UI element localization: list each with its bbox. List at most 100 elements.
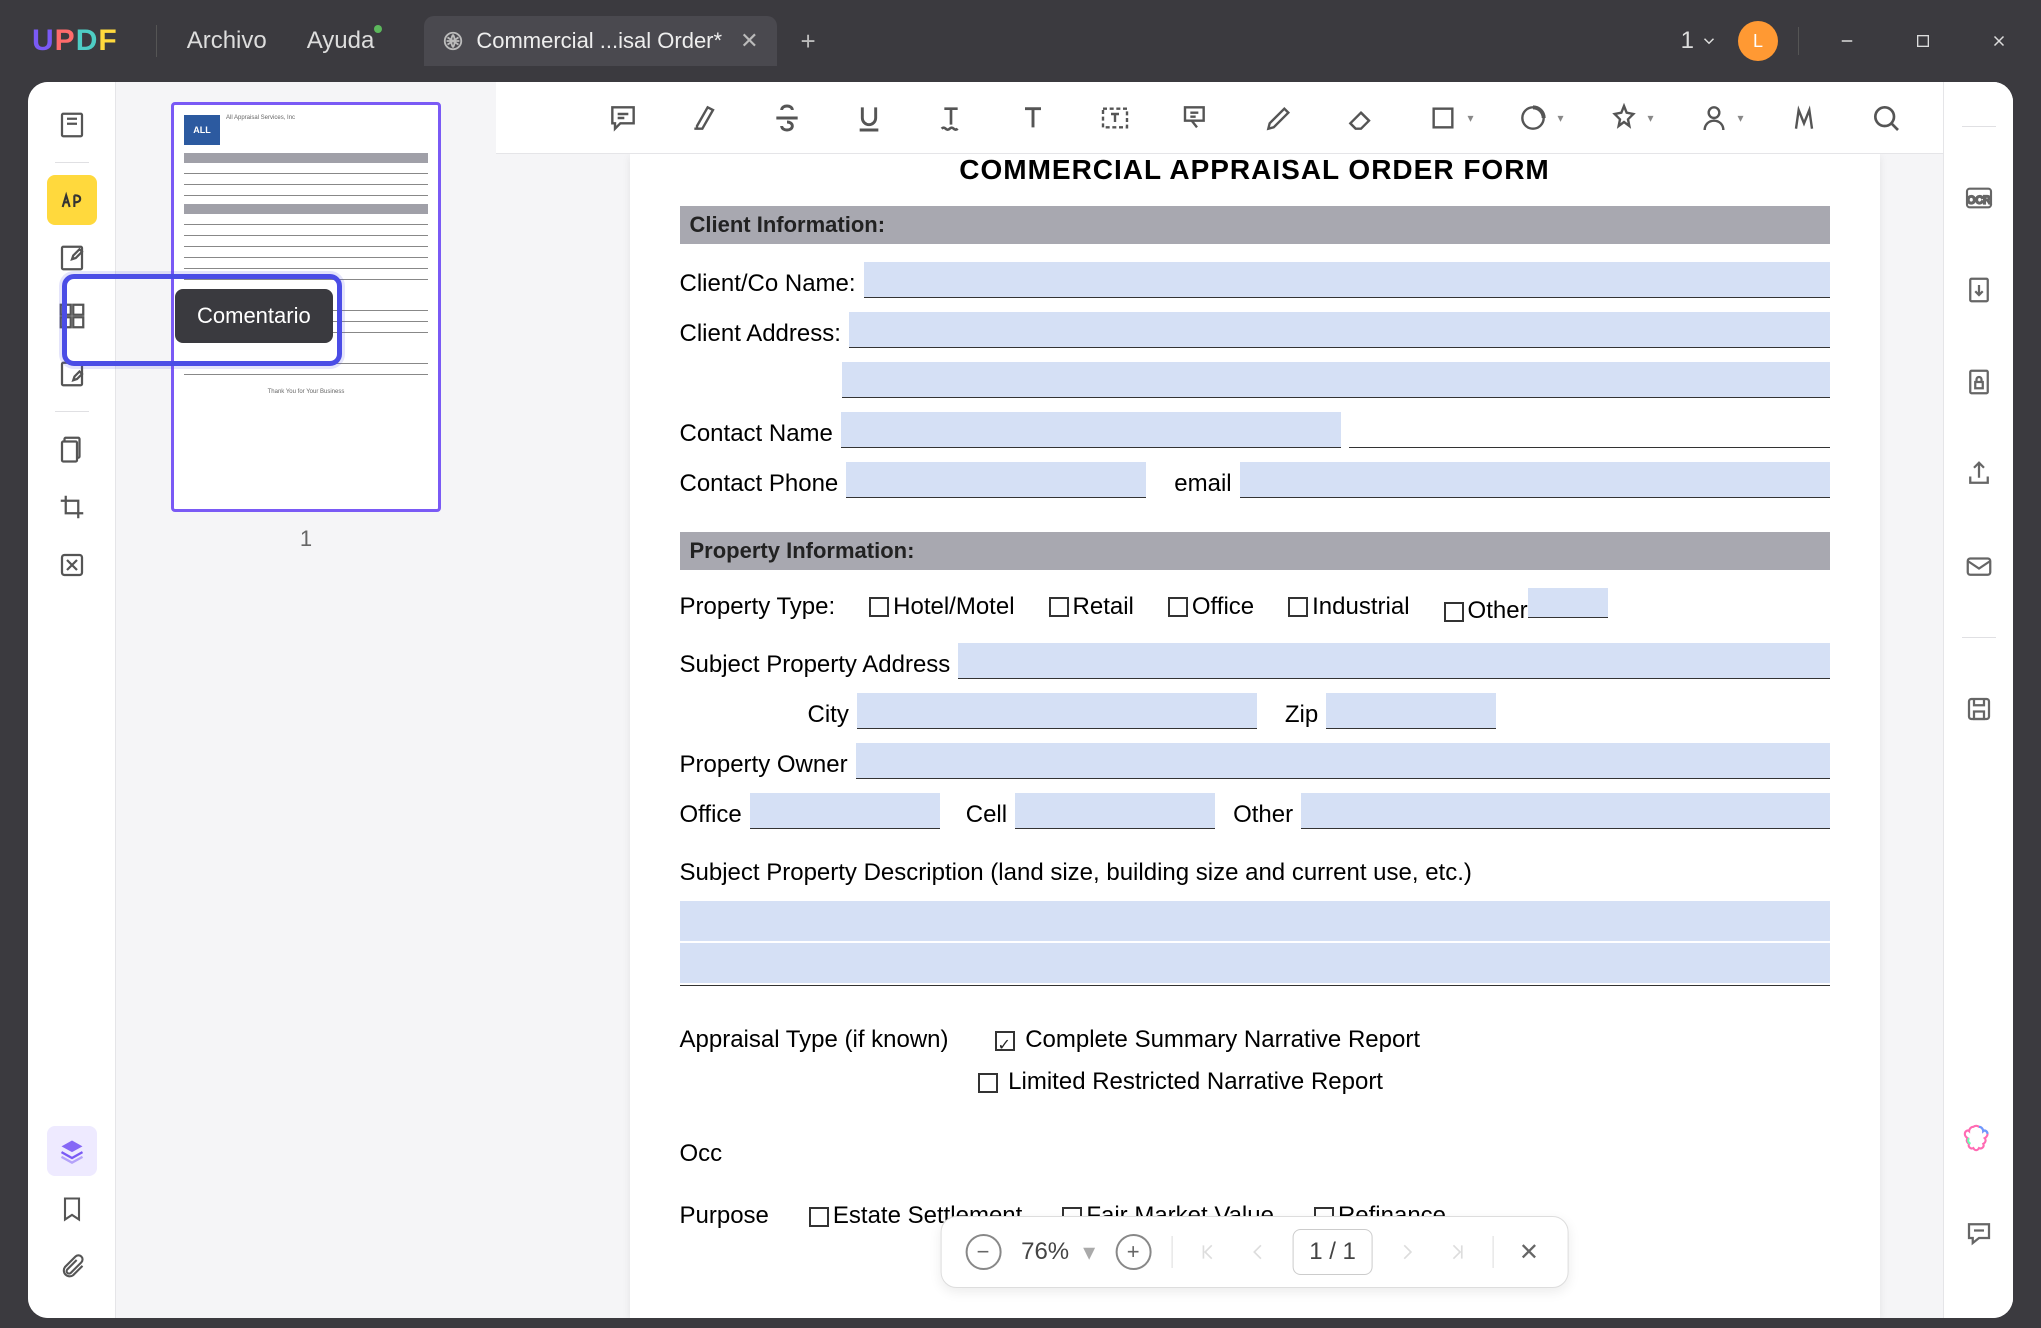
- underline-tool[interactable]: [847, 96, 891, 140]
- callout-tool[interactable]: [1175, 96, 1219, 140]
- field-other-phone[interactable]: [1301, 793, 1829, 829]
- main-area: ▾ ▾ ▾ ▾ COMMERCIAL APPRAISAL ORDER FORM …: [496, 82, 2013, 1318]
- checkbox-industrial[interactable]: Industrial: [1288, 593, 1409, 621]
- tab-title: Commercial ...isal Order*: [476, 28, 722, 54]
- section-property-info: Property Information:: [680, 532, 1830, 570]
- zoom-in-button[interactable]: +: [1115, 1234, 1151, 1270]
- tooltip: Comentario: [175, 289, 333, 343]
- save-button[interactable]: [1954, 684, 2004, 734]
- checkbox-limited[interactable]: Limited Restricted Narrative Report: [978, 1068, 1383, 1096]
- field-city[interactable]: [857, 693, 1257, 729]
- field-contact-phone[interactable]: [846, 462, 1146, 498]
- comment-tool-button[interactable]: [47, 175, 97, 225]
- next-page-button[interactable]: [1393, 1237, 1423, 1267]
- minimize-button[interactable]: [1819, 21, 1875, 61]
- signature-tool[interactable]: ▾: [1692, 96, 1744, 140]
- label-purpose: Purpose: [680, 1202, 769, 1230]
- user-avatar[interactable]: L: [1738, 21, 1778, 61]
- textbox-tool[interactable]: [1093, 96, 1137, 140]
- strikethrough-tool[interactable]: [765, 96, 809, 140]
- field-email[interactable]: [1240, 462, 1830, 498]
- ai-assistant-button[interactable]: [1954, 1116, 2004, 1166]
- layers-button[interactable]: [47, 1126, 97, 1176]
- field-description-2[interactable]: [680, 943, 1830, 983]
- page-number-input[interactable]: 1 / 1: [1292, 1229, 1373, 1275]
- note-tool[interactable]: [601, 96, 645, 140]
- annotation-toolbar: ▾ ▾ ▾ ▾: [496, 82, 2013, 154]
- last-page-button[interactable]: [1443, 1237, 1473, 1267]
- email-button[interactable]: [1954, 541, 2004, 591]
- separator: [1493, 1236, 1494, 1268]
- close-button[interactable]: [1971, 21, 2027, 61]
- squiggly-tool[interactable]: [929, 96, 973, 140]
- bookmarks-button[interactable]: [47, 1184, 97, 1234]
- label-cell-phone: Cell: [966, 801, 1007, 829]
- menu-file[interactable]: Archivo: [187, 27, 267, 55]
- label-description: Subject Property Description (land size,…: [680, 859, 1472, 887]
- document-title: COMMERCIAL APPRAISAL ORDER FORM: [680, 154, 1830, 186]
- redact-tool-button[interactable]: [47, 540, 97, 590]
- field-cell-phone[interactable]: [1015, 793, 1215, 829]
- checkbox-retail[interactable]: Retail: [1049, 593, 1134, 621]
- label-email: email: [1174, 470, 1231, 498]
- more-tool[interactable]: [1782, 96, 1826, 140]
- separator: [55, 411, 89, 412]
- tab-close-icon[interactable]: ✕: [740, 28, 758, 54]
- zoom-dropdown[interactable]: 76%▾: [1021, 1238, 1095, 1267]
- reader-mode-button[interactable]: [47, 100, 97, 150]
- separator: [1171, 1236, 1172, 1268]
- prev-page-button[interactable]: [1242, 1237, 1272, 1267]
- app-logo: UPDF: [32, 24, 118, 58]
- attachments-button[interactable]: [47, 1242, 97, 1292]
- ocr-button[interactable]: OCR: [1954, 173, 2004, 223]
- label-zip: Zip: [1285, 701, 1318, 729]
- search-button[interactable]: [1864, 96, 1908, 140]
- document-viewport[interactable]: COMMERCIAL APPRAISAL ORDER FORM Client I…: [496, 154, 2013, 1318]
- field-contact-name[interactable]: [841, 412, 1341, 448]
- close-bar-button[interactable]: ✕: [1514, 1237, 1544, 1267]
- new-tab-button[interactable]: +: [801, 26, 816, 57]
- protect-button[interactable]: [1954, 357, 2004, 407]
- tab-count-dropdown[interactable]: 1: [1681, 27, 1718, 55]
- label-contact-name: Contact Name: [680, 420, 833, 448]
- stamp-tool[interactable]: ▾: [1511, 96, 1563, 140]
- comments-panel-button[interactable]: [1954, 1208, 2004, 1258]
- field-property-owner[interactable]: [856, 743, 1830, 779]
- field-client-address-2[interactable]: [842, 362, 1830, 398]
- titlebar: UPDF Archivo Ayuda Commercial ...isal Or…: [0, 0, 2041, 82]
- maximize-button[interactable]: [1895, 21, 1951, 61]
- pdf-page: COMMERCIAL APPRAISAL ORDER FORM Client I…: [630, 154, 1880, 1318]
- separator: [156, 25, 157, 57]
- chevron-down-icon: [1700, 32, 1718, 50]
- field-description-1[interactable]: [680, 901, 1830, 941]
- zoom-page-bar: − 76%▾ + 1 / 1 ✕: [940, 1216, 1569, 1288]
- text-tool[interactable]: [1011, 96, 1055, 140]
- field-office-phone[interactable]: [750, 793, 940, 829]
- separator: [1962, 637, 1996, 638]
- shape-tool[interactable]: ▾: [1421, 96, 1473, 140]
- thumbnail-panel: ALLAll Appraisal Services, Inc Thank You…: [116, 82, 496, 1318]
- field-client-name[interactable]: [864, 262, 1830, 298]
- share-button[interactable]: [1954, 449, 2004, 499]
- convert-button[interactable]: [1954, 265, 2004, 315]
- field-zip[interactable]: [1326, 693, 1496, 729]
- field-client-address-1[interactable]: [849, 312, 1830, 348]
- menu-help[interactable]: Ayuda: [307, 27, 375, 55]
- page-tools-button[interactable]: [47, 424, 97, 474]
- pencil-tool[interactable]: [1257, 96, 1301, 140]
- eraser-tool[interactable]: [1339, 96, 1383, 140]
- checkbox-office[interactable]: Office: [1168, 593, 1254, 621]
- first-page-button[interactable]: [1192, 1237, 1222, 1267]
- label-contact-phone: Contact Phone: [680, 470, 839, 498]
- sticker-tool[interactable]: ▾: [1602, 96, 1654, 140]
- tutorial-highlight: Comentario: [62, 274, 342, 366]
- highlight-tool[interactable]: [683, 96, 727, 140]
- separator: [1798, 27, 1799, 55]
- checkbox-other[interactable]: Other: [1444, 588, 1608, 625]
- field-subject-address[interactable]: [958, 643, 1829, 679]
- zoom-out-button[interactable]: −: [965, 1234, 1001, 1270]
- checkbox-complete-summary[interactable]: Complete Summary Narrative Report: [995, 1026, 1420, 1054]
- checkbox-hotel[interactable]: Hotel/Motel: [869, 593, 1014, 621]
- crop-tool-button[interactable]: [47, 482, 97, 532]
- document-tab[interactable]: Commercial ...isal Order* ✕: [424, 16, 776, 66]
